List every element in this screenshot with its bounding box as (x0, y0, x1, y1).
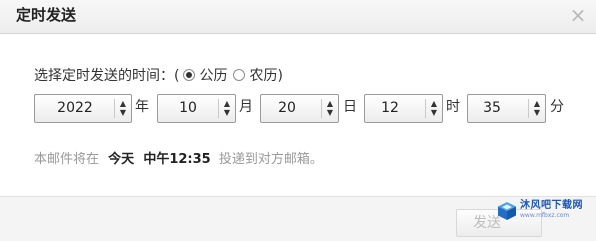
info-prefix: 本邮件将在 (34, 152, 100, 167)
year-unit: 年 (135, 99, 149, 115)
delivery-info: 本邮件将在 今天 中午12:35 投递到对方邮箱。 (34, 148, 323, 167)
day-value: 20 (278, 100, 296, 116)
dialog-titlebar: 定时发送 × (0, 0, 596, 34)
month-value: 10 (179, 100, 197, 116)
info-day: 今天 (108, 152, 135, 167)
hour-select[interactable]: 12 ▲ ▼ (364, 94, 443, 123)
lunar-label[interactable]: 农历) (249, 65, 282, 85)
updown-arrow-icon: ▲ ▼ (114, 99, 131, 118)
day-select[interactable]: 20 ▲ ▼ (260, 94, 339, 123)
gregorian-radio[interactable] (183, 69, 196, 81)
info-time: 中午12:35 (143, 152, 211, 167)
hour-value: 12 (381, 100, 399, 116)
month-select[interactable]: 10 ▲ ▼ (157, 94, 236, 123)
updown-arrow-icon: ▲ ▼ (528, 99, 545, 118)
minute-unit: 分 (550, 99, 564, 115)
hour-unit: 时 (446, 99, 460, 115)
info-suffix: 投递到对方邮箱。 (218, 152, 323, 167)
year-select[interactable]: 2022 ▲ ▼ (34, 94, 132, 123)
lunar-radio[interactable] (233, 69, 246, 81)
dialog-title: 定时发送 (16, 6, 77, 24)
minute-value: 35 (483, 100, 501, 116)
updown-arrow-icon: ▲ ▼ (425, 99, 442, 118)
calendar-type-row: 选择定时发送的时间：( 公历 农历) (34, 64, 283, 86)
dialog-footer: 发送 (0, 196, 596, 241)
month-unit: 月 (239, 99, 253, 115)
schedule-prompt-label: 选择定时发送的时间：( (34, 68, 180, 84)
year-value: 2022 (57, 100, 93, 116)
minute-select[interactable]: 35 ▲ ▼ (467, 94, 546, 123)
close-icon[interactable]: × (568, 5, 588, 25)
updown-arrow-icon: ▲ ▼ (321, 99, 338, 118)
send-button[interactable]: 发送 (456, 209, 542, 237)
updown-arrow-icon: ▲ ▼ (218, 99, 235, 118)
day-unit: 日 (343, 99, 357, 115)
gregorian-label[interactable]: 公历 (199, 65, 227, 85)
